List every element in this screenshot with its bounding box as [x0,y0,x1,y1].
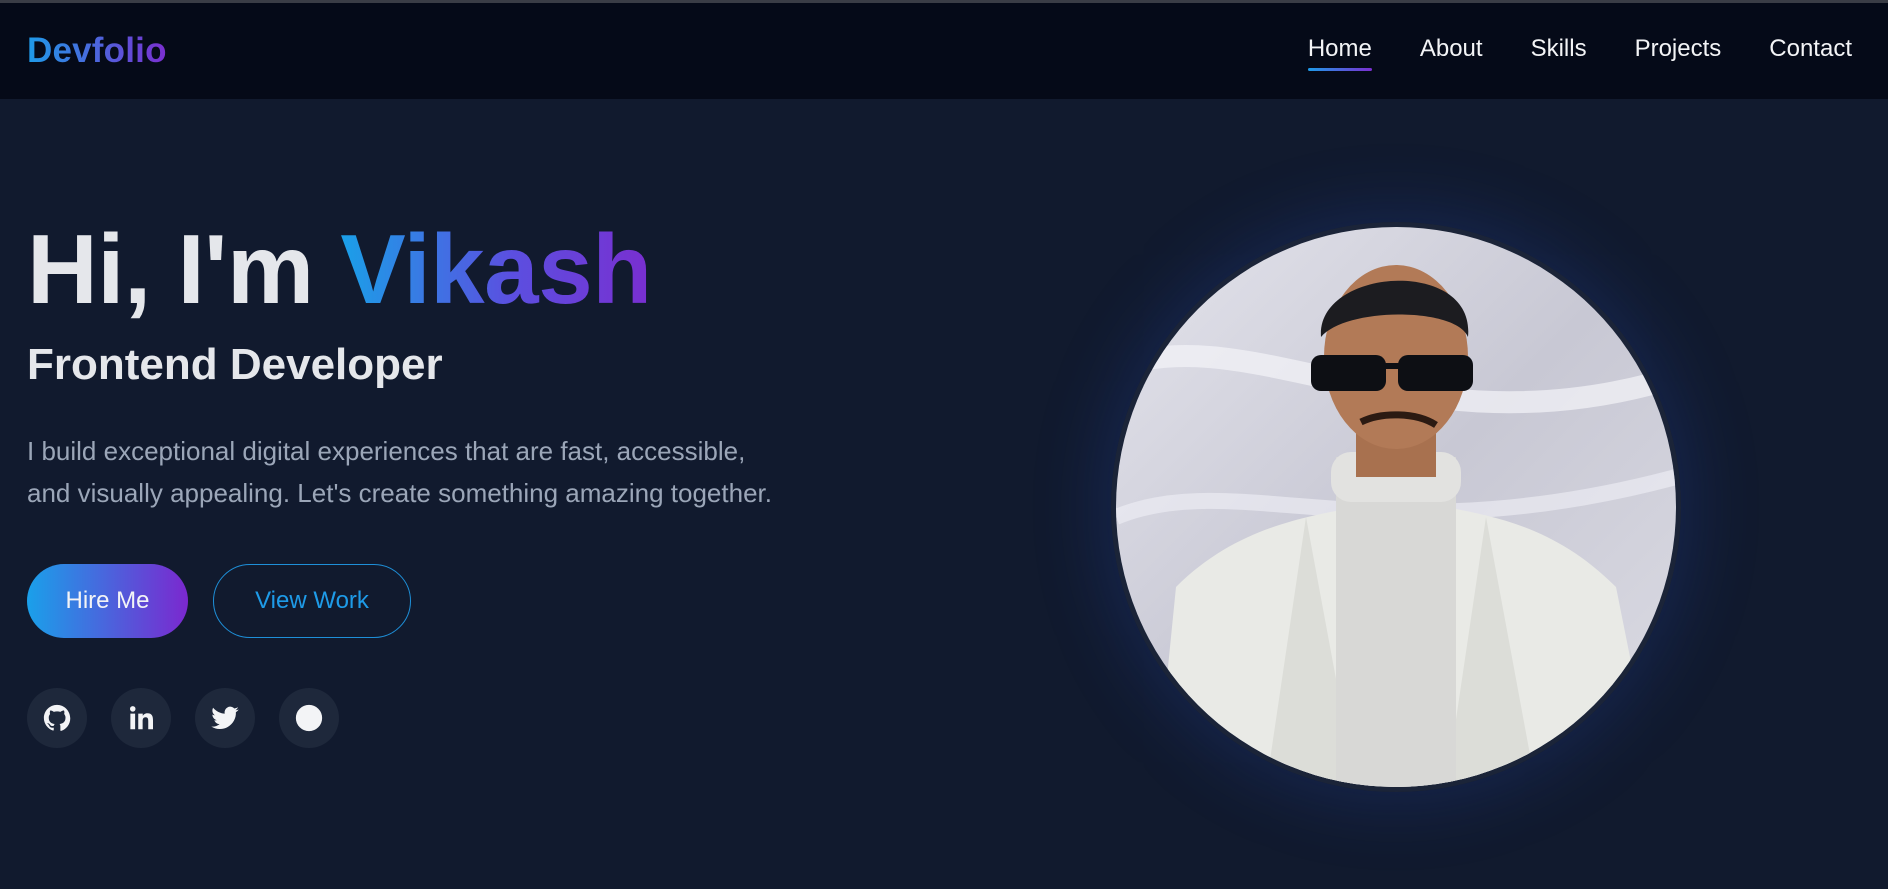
dribbble-link[interactable] [279,688,339,748]
main-nav: Home About Skills Projects Contact [1307,31,1852,71]
twitter-icon [211,706,239,730]
linkedin-icon [130,706,153,730]
github-icon [43,704,71,731]
hero-buttons: Hire Me View Work [27,564,787,638]
hire-me-button[interactable]: Hire Me [27,564,188,638]
nav-projects[interactable]: Projects [1635,31,1722,71]
profile-photo-illustration [1116,227,1676,787]
site-header: Devfolio Home About Skills Projects Cont… [0,3,1888,99]
github-link[interactable] [27,688,87,748]
nav-home[interactable]: Home [1307,31,1372,71]
hero-name: Vikash [340,214,652,324]
linkedin-link[interactable] [111,688,171,748]
nav-contact[interactable]: Contact [1769,31,1852,71]
twitter-link[interactable] [195,688,255,748]
hero-section: Hi, I'm Vikash Frontend Developer I buil… [27,220,787,748]
hero-description: I build exceptional digital experiences … [27,436,772,508]
hero-subtitle: Frontend Developer [27,340,443,389]
nav-about[interactable]: About [1420,31,1483,71]
site-logo[interactable]: Devfolio [27,31,167,71]
hero-headline: Hi, I'm Vikash [27,220,787,318]
hero-greeting: Hi, I'm [27,214,341,324]
profile-photo [1111,222,1681,792]
dribbble-icon [295,704,323,732]
view-work-button[interactable]: View Work [213,564,411,638]
social-links [27,688,787,748]
nav-skills[interactable]: Skills [1531,31,1587,71]
